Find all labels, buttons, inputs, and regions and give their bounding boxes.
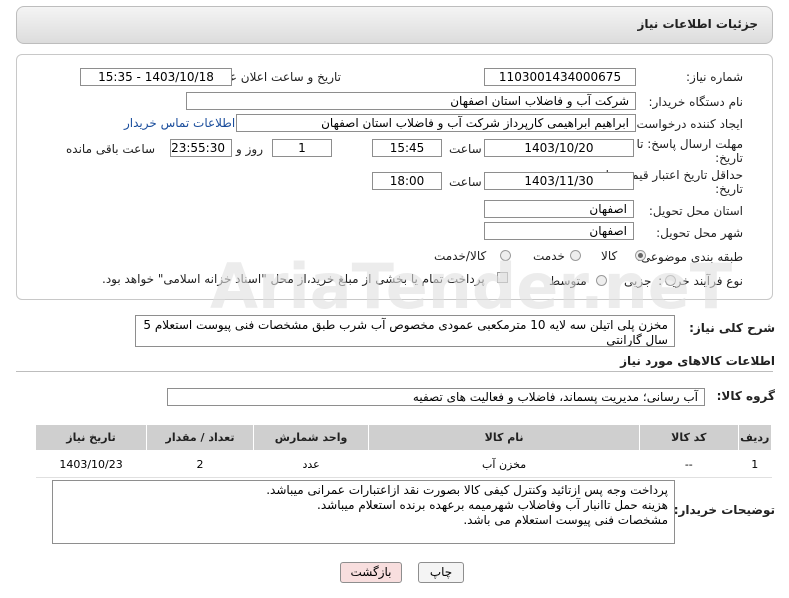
cell-row: 1 — [738, 450, 772, 478]
need-number-field: 1103001434000675 — [484, 68, 636, 86]
back-button[interactable]: بازگشت — [340, 562, 402, 583]
col-date-header: تاریخ نیاز — [34, 424, 148, 451]
requester-label: ایجاد کننده درخواست: — [632, 117, 743, 131]
reply-deadline-time-field: 15:45 — [372, 139, 442, 157]
goods-group-field: آب رسانی؛ مدیریت پسماند، فاضلاب و فعالیت… — [167, 388, 705, 406]
remaining-time-label: ساعت باقی مانده — [66, 142, 156, 156]
cell-date: 1403/10/23 — [35, 450, 147, 478]
col-unit-header: واحد شمارش — [252, 424, 370, 451]
province-label: استان محل تحویل: — [648, 204, 743, 218]
print-button[interactable]: چاپ — [418, 562, 464, 583]
remaining-time-field: 23:55:30 — [170, 139, 232, 157]
reply-days-field: 1 — [272, 139, 332, 157]
table-row: 1 -- مخزن آب عدد 2 1403/10/23 — [35, 450, 772, 478]
buyer-notes-textarea[interactable]: پرداخت وجه پس ازتائید وکنترل کیفی کالا ب… — [52, 480, 675, 544]
buyer-note-line: مشخصات فنی پیوست استعلام می باشد. — [463, 513, 668, 527]
col-code-header: کد کالا — [639, 424, 739, 451]
section-divider — [16, 371, 773, 372]
city-label: شهر محل تحویل: — [656, 226, 743, 240]
buyer-notes-label: توضیحات خریدار: — [673, 503, 775, 517]
reply-deadline-label: مهلت ارسال پاسخ: تا — [636, 137, 743, 151]
buyer-note-line: پرداخت وجه پس ازتائید وکنترل کیفی کالا ب… — [266, 483, 668, 497]
buyer-org-field: شرکت آب و فاضلاب استان اصفهان — [186, 92, 636, 110]
reply-deadline-date-field: 1403/10/20 — [484, 139, 634, 157]
goods-table: ردیف کد کالا نام کالا واحد شمارش تعداد /… — [34, 424, 773, 478]
table-header-row: ردیف کد کالا نام کالا واحد شمارش تعداد /… — [34, 424, 773, 451]
goods-group-label: گروه کالا: — [716, 389, 775, 403]
summary-textarea[interactable]: مخزن پلی اتیلن سه لایه 10 مترمکعبی عمودی… — [135, 315, 675, 347]
header-bar: جزئیات اطلاعات نیاز — [16, 6, 773, 44]
cell-unit: عدد — [253, 450, 369, 478]
buyer-note-line: هزینه حمل تاانبار آب وفاضلاب شهرمیمه برع… — [317, 498, 668, 512]
cell-code: -- — [639, 450, 739, 478]
reply-time-label: ساعت — [449, 142, 482, 156]
summary-label: شرح کلی نیاز: — [689, 321, 775, 335]
cell-qty: 2 — [146, 450, 254, 478]
col-row-header: ردیف — [737, 424, 773, 451]
buyer-org-label: نام دستگاه خریدار: — [648, 95, 744, 109]
price-validity-label-date: تاریخ: — [715, 182, 743, 196]
price-validity-date-field: 1403/11/30 — [484, 172, 634, 190]
announce-datetime-field: 1403/10/18 - 15:35 — [80, 68, 232, 86]
aria-tender-watermark: AriaTender.neT — [210, 250, 733, 323]
buyer-contact-link[interactable]: اطلاعات تماس خریدار — [124, 116, 235, 130]
requester-field: ابراهیم ابراهیمی کارپرداز شرکت آب و فاضل… — [236, 114, 636, 132]
reply-deadline-label-date: تاریخ: — [715, 151, 743, 165]
city-field: اصفهان — [484, 222, 634, 240]
cell-name: مخزن آب — [368, 450, 640, 478]
col-name-header: نام کالا — [368, 424, 640, 451]
need-number-label: شماره نیاز: — [686, 70, 743, 84]
province-field: اصفهان — [484, 200, 634, 218]
col-qty-header: تعداد / مقدار — [146, 424, 254, 451]
price-validity-time-label: ساعت — [449, 175, 482, 189]
price-validity-time-field: 18:00 — [372, 172, 442, 190]
goods-section-title: اطلاعات کالاهای مورد نیاز — [620, 354, 775, 368]
page-title: جزئیات اطلاعات نیاز — [637, 17, 758, 31]
reply-days-label: روز و — [236, 142, 263, 156]
